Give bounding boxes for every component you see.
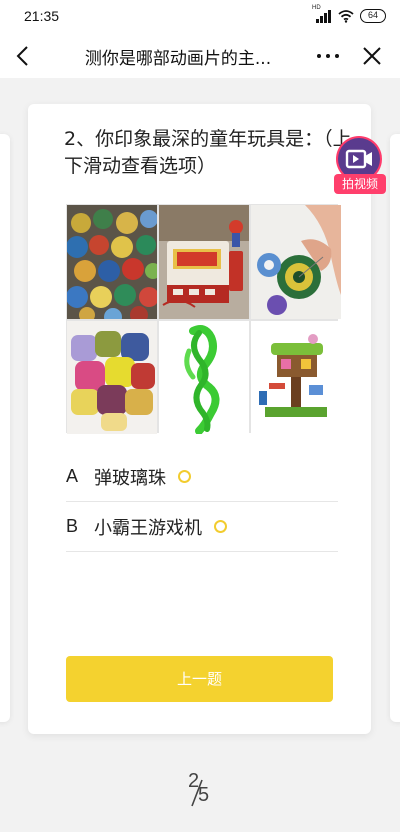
- option-letter: B: [66, 516, 79, 536]
- option-b[interactable]: B 小霸王游戏机: [66, 502, 338, 552]
- next-card-edge[interactable]: [390, 134, 400, 722]
- option-label: 弹玻璃珠: [94, 467, 166, 489]
- question-card: 2、你印象最深的童年玩具是：（上下滑动查看选项） A 弹玻璃珠 B 小霸王游戏机…: [28, 104, 371, 734]
- record-video-button[interactable]: 拍视频: [334, 138, 386, 198]
- wifi-icon: [338, 10, 354, 23]
- question-text: 2、你印象最深的童年玩具是：（上下滑动查看选项）: [64, 128, 352, 177]
- network-label: HD: [312, 5, 321, 11]
- question-image: [66, 204, 341, 434]
- status-icons: HD 64: [312, 5, 386, 23]
- radio-circle-icon[interactable]: [178, 470, 191, 483]
- page-title: 测你是哪部动画片的主...: [84, 49, 272, 69]
- prev-card-edge[interactable]: [0, 134, 10, 722]
- lego-treehouse-image: [251, 321, 341, 434]
- jump-rope-image: [159, 321, 249, 434]
- more-dots-icon[interactable]: [314, 42, 342, 70]
- page-total: 5: [198, 784, 210, 806]
- famicom-console-image: [159, 205, 249, 319]
- signal-icon: HD: [312, 5, 332, 23]
- chevron-left-icon[interactable]: [10, 42, 38, 70]
- status-time: 21:35: [24, 8, 60, 24]
- radio-circle-icon[interactable]: [214, 520, 227, 533]
- option-label: 小霸王游戏机: [94, 517, 202, 539]
- previous-question-button[interactable]: 上一题: [66, 656, 333, 702]
- sandbags-image: [67, 321, 157, 434]
- nav-bar: 测你是哪部动画片的主...: [0, 34, 400, 78]
- close-icon[interactable]: [358, 42, 386, 70]
- marbles-image: [67, 205, 157, 319]
- status-bar: 21:35 HD 64: [0, 0, 400, 34]
- yoyo-image: [251, 205, 341, 319]
- option-a[interactable]: A 弹玻璃珠: [66, 452, 338, 502]
- option-letter: A: [66, 466, 79, 486]
- page-indicator: 2 5: [180, 770, 224, 814]
- record-video-label: 拍视频: [334, 174, 386, 194]
- battery-icon: 64: [360, 9, 386, 23]
